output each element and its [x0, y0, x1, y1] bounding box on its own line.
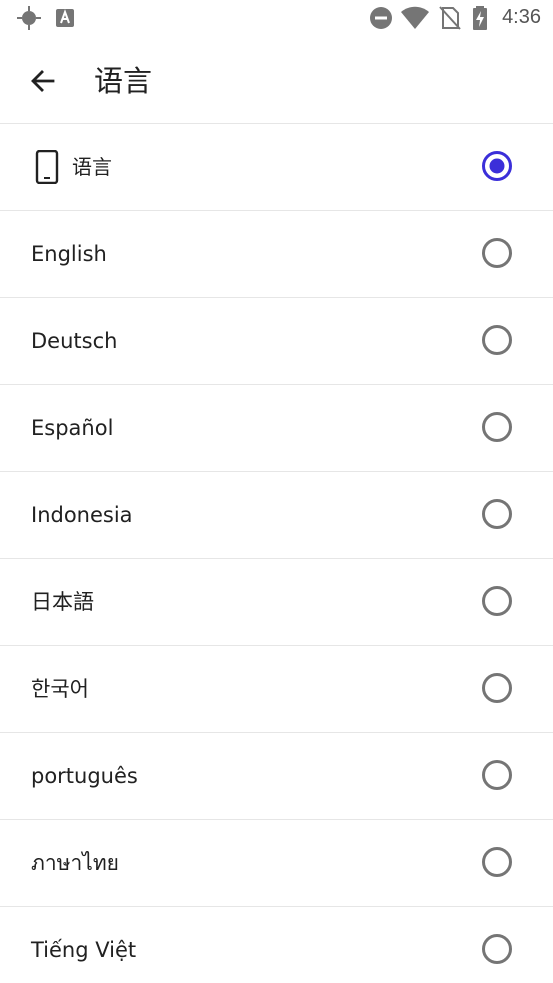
no-sim-icon: [439, 6, 461, 30]
language-option-indonesia[interactable]: Indonesia: [0, 472, 553, 559]
location-icon: [17, 6, 41, 30]
language-label: Indonesia: [31, 503, 133, 527]
language-label: Tiếng Việt: [31, 938, 137, 962]
radio-unselected-icon[interactable]: [481, 759, 513, 791]
language-option-portuguese[interactable]: português: [0, 733, 553, 820]
radio-unselected-icon[interactable]: [481, 672, 513, 704]
language-list: 语言 English Deutsch Español Indonesia 日本語…: [0, 124, 553, 983]
language-option-korean[interactable]: 한국어: [0, 646, 553, 733]
status-bar: 4:36: [0, 0, 553, 38]
wifi-icon: [401, 6, 429, 29]
radio-unselected-icon[interactable]: [481, 498, 513, 530]
language-label: Deutsch: [31, 329, 118, 353]
language-label: 한국어: [31, 677, 89, 701]
phone-icon: [35, 150, 59, 184]
language-label: Español: [31, 416, 114, 440]
language-option-english[interactable]: English: [0, 211, 553, 298]
language-label: 语言: [72, 155, 112, 179]
language-settings-screen: 4:36 语言 语言 English Deutsch Español Indon…: [0, 0, 553, 983]
radio-unselected-icon[interactable]: [481, 585, 513, 617]
status-time: 4:36: [502, 6, 541, 28]
language-option-deutsch[interactable]: Deutsch: [0, 298, 553, 385]
radio-unselected-icon[interactable]: [481, 933, 513, 965]
language-option-system[interactable]: 语言: [0, 124, 553, 211]
do-not-disturb-icon: [370, 7, 392, 29]
radio-unselected-icon[interactable]: [481, 237, 513, 269]
radio-selected-icon[interactable]: [481, 150, 513, 182]
language-label: 日本語: [31, 590, 94, 614]
language-option-japanese[interactable]: 日本語: [0, 559, 553, 646]
arrow-back-icon: [31, 70, 55, 92]
language-label: português: [31, 764, 138, 788]
keyboard-a-icon: [56, 9, 74, 27]
app-bar: 语言: [0, 38, 553, 124]
back-button[interactable]: [19, 57, 67, 105]
radio-unselected-icon[interactable]: [481, 324, 513, 356]
language-option-espanol[interactable]: Español: [0, 385, 553, 472]
language-label: English: [31, 242, 107, 266]
radio-unselected-icon[interactable]: [481, 846, 513, 878]
page-title: 语言: [94, 64, 153, 98]
language-option-thai[interactable]: ภาษาไทย: [0, 820, 553, 907]
battery-charging-icon: [473, 6, 487, 30]
radio-unselected-icon[interactable]: [481, 411, 513, 443]
language-label: ภาษาไทย: [31, 851, 119, 875]
language-option-vietnamese[interactable]: Tiếng Việt: [0, 907, 553, 983]
